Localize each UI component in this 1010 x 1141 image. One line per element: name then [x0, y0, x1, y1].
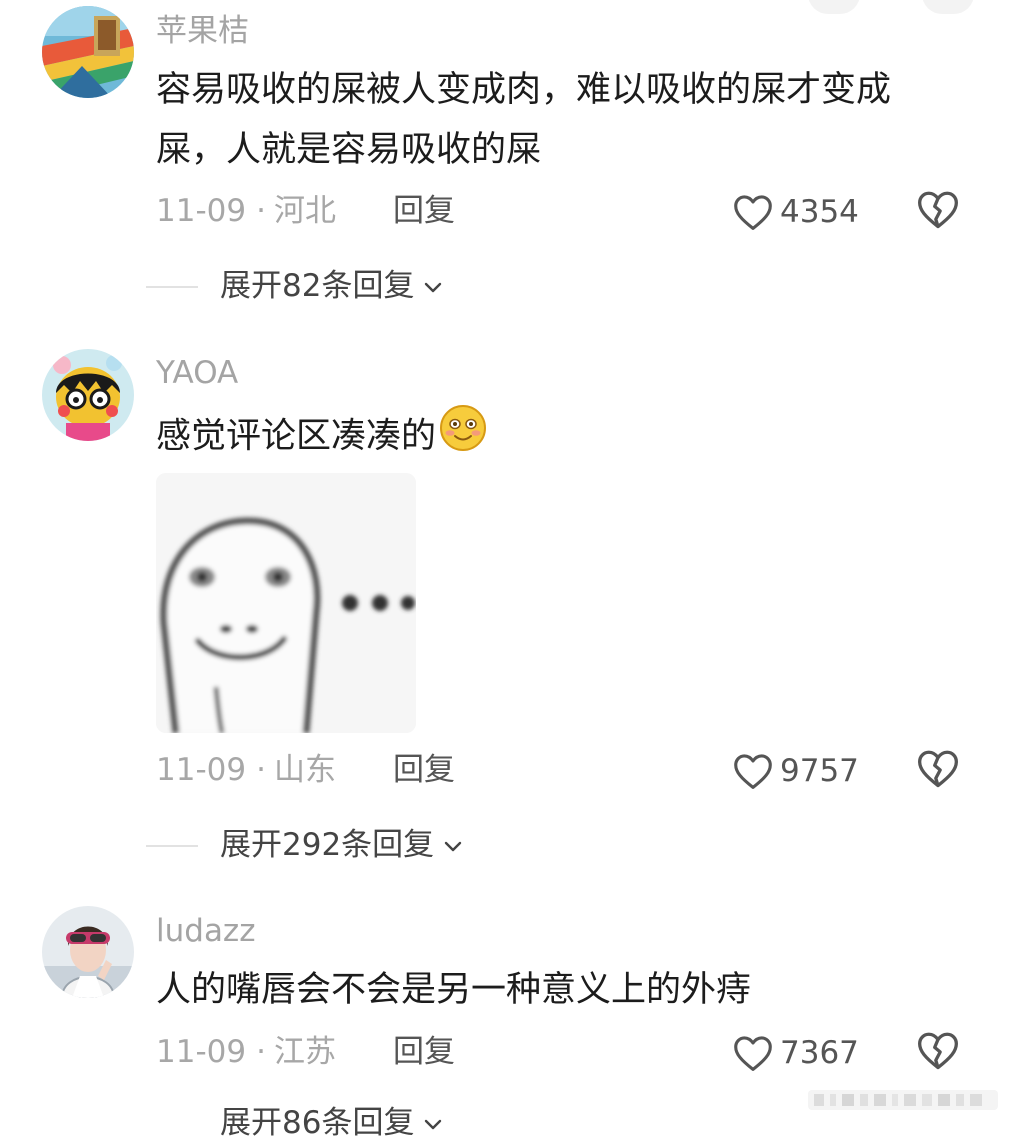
expand-replies-label: 展开86条回复 [220, 1105, 415, 1141]
like-count: 9757 [780, 753, 859, 789]
expand-replies-label: 展开82条回复 [220, 268, 415, 304]
expand-replies-button[interactable]: 展开82条回复 [220, 271, 444, 302]
expand-replies-button[interactable]: 展开86条回复 [220, 1108, 444, 1139]
reply-button[interactable]: 回复 [393, 755, 455, 786]
broken-heart-icon [918, 191, 958, 229]
meme-image[interactable] [156, 473, 416, 733]
comment-meta: 11-09 · 江苏 [156, 1037, 336, 1068]
meta-separator: · [256, 1034, 266, 1070]
dislike-button[interactable] [916, 1030, 960, 1074]
chevron-down-icon [444, 841, 462, 851]
top-action-button-right[interactable] [922, 0, 974, 14]
meta-separator: · [256, 193, 266, 229]
blushing-smile-emoji [438, 403, 488, 472]
comment-location: 江苏 [273, 1034, 336, 1070]
comment-location: 河北 [273, 193, 336, 229]
top-action-button-left[interactable] [808, 0, 860, 14]
meta-separator: · [256, 752, 266, 788]
like-count: 4354 [780, 194, 859, 230]
reply-button[interactable]: 回复 [393, 1037, 455, 1068]
username[interactable]: 苹果桔 [156, 16, 249, 47]
comment-date: 11-09 [156, 1034, 247, 1070]
comment-meta: 11-09 · 河北 [156, 196, 336, 227]
expand-replies-label: 展开292条回复 [220, 827, 435, 863]
username[interactable]: YAOA [156, 358, 238, 389]
comment-text: 容易吸收的屎被人变成肉，难以吸收的屎才变成 屎，人就是容易吸收的屎 [156, 60, 891, 180]
broken-heart-icon [918, 1032, 958, 1070]
like-count: 7367 [780, 1035, 859, 1071]
heart-outline-icon [734, 754, 772, 789]
avatar[interactable] [42, 906, 134, 998]
username[interactable]: ludazz [156, 916, 255, 947]
comment-line: 容易吸收的屎被人变成肉，难以吸收的屎才变成 [156, 70, 892, 110]
like-button[interactable]: 7367 [732, 1033, 859, 1073]
chevron-down-icon [425, 282, 442, 292]
dislike-button[interactable] [916, 189, 960, 233]
comment-line: 感觉评论区凑凑的 [156, 416, 437, 457]
comment-location: 山东 [273, 752, 336, 788]
like-button[interactable]: 9757 [732, 751, 859, 791]
comment-text: 人的嘴唇会不会是另一种意义上的外痔 [156, 960, 751, 1020]
heart-outline-icon [734, 195, 772, 230]
expand-replies-button[interactable]: 展开292条回复 [220, 830, 464, 861]
comment-line: 人的嘴唇会不会是另一种意义上的外痔 [156, 970, 752, 1010]
comment-text: 感觉评论区凑凑的 [156, 403, 488, 472]
comment-meta: 11-09 · 山东 [156, 755, 336, 786]
avatar[interactable] [42, 349, 134, 441]
comment-date: 11-09 [156, 193, 247, 229]
avatar[interactable] [42, 6, 134, 98]
expand-divider [146, 286, 198, 288]
like-button[interactable]: 4354 [732, 192, 859, 232]
watermark-bar [808, 1086, 998, 1114]
comment-date: 11-09 [156, 752, 247, 788]
expand-divider [146, 845, 198, 847]
reply-button[interactable]: 回复 [393, 196, 455, 227]
comment-line: 屎，人就是容易吸收的屎 [156, 130, 542, 170]
heart-outline-icon [734, 1036, 772, 1071]
chevron-down-icon [425, 1119, 442, 1129]
broken-heart-icon [918, 750, 958, 788]
dislike-button[interactable] [916, 748, 960, 792]
